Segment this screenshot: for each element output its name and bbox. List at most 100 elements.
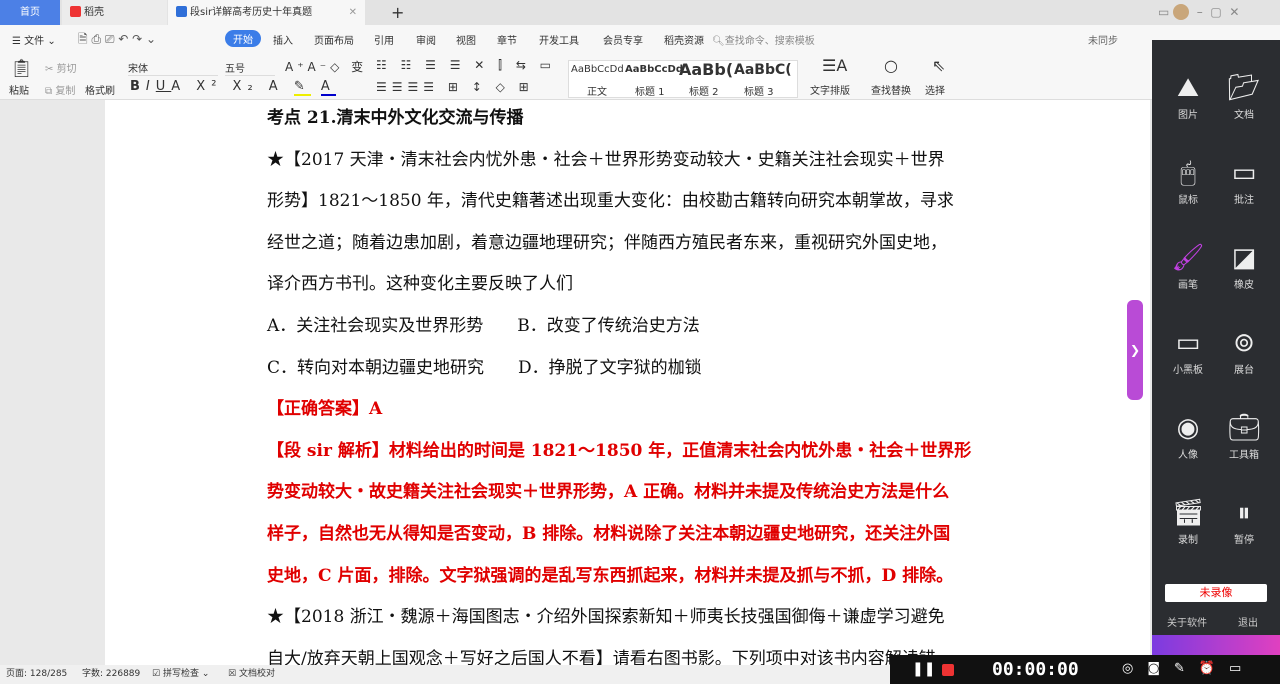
copy-button[interactable]: ⧉ 复制	[45, 82, 75, 97]
panel-item-label: 批注	[1234, 195, 1254, 206]
menu-bar: ☰ 文件 ⌄ 🗎 ⎙ ⎚ ↶ ↷ ⌄ 开始 插入 页面布局 引用 审阅 视图 章…	[0, 25, 1280, 52]
cut-button[interactable]: ✂ 剪切	[45, 60, 77, 75]
style-h2-preview[interactable]: AaBb(	[679, 60, 733, 79]
command-search[interactable]: 🔍︎查找命令、搜索模板	[712, 32, 815, 47]
panel-brush-button[interactable]: 🖌︎ 画笔	[1158, 240, 1218, 291]
recorder-tools[interactable]: ◎◙✎⏰▭	[1122, 661, 1255, 676]
style-h2[interactable]: 标题 2	[689, 83, 719, 98]
tab-home[interactable]: 首页	[0, 0, 60, 25]
text-layout-icon: ☰A	[822, 56, 848, 75]
style-h1[interactable]: 标题 1	[635, 83, 665, 98]
menu-view[interactable]: 视图	[456, 32, 476, 47]
eraser-icon: ◪	[1231, 243, 1257, 273]
panel-item-label: 展台	[1234, 365, 1254, 376]
page-count[interactable]: 页面: 128/285	[6, 665, 67, 684]
panel-booth-button[interactable]: ⊚ 展台	[1214, 325, 1274, 376]
document-line: ★【2018 浙江・魏源＋海国图志・介绍外国探索新知＋师夷长技强国御侮＋谦虚学习…	[267, 607, 945, 628]
panel-portrait-button[interactable]: ◉ 人像	[1158, 410, 1218, 461]
select-button[interactable]: 选择	[925, 82, 945, 97]
panel-image-button[interactable]: ⛰ 图片	[1158, 70, 1218, 121]
panel-document-button[interactable]: 📂︎ 文档	[1214, 70, 1274, 121]
font-format-buttons[interactable]: BIUA X² X₂ A ✎ A	[130, 79, 336, 96]
text-layout-button[interactable]: 文字排版	[810, 82, 850, 97]
sync-status[interactable]: 未同步	[1088, 32, 1118, 47]
panel-item-label: 小黑板	[1173, 365, 1203, 376]
new-tab-button[interactable]: +	[383, 0, 404, 25]
menu-chapter[interactable]: 章节	[497, 32, 517, 47]
align-buttons[interactable]: ☰☰☰☰ ⊞ ↕ ◇ ⊞	[376, 80, 534, 94]
menu-dev-tools[interactable]: 开发工具	[539, 32, 579, 47]
exit-button[interactable]: 退出	[1238, 614, 1258, 629]
panel-eraser-button[interactable]: ◪ 橡皮	[1214, 240, 1274, 291]
cut-label: 剪切	[56, 64, 77, 75]
spell-check[interactable]: ☑ 拼写检查 ⌄	[152, 665, 209, 684]
paste-icon[interactable]: 📋︎	[10, 58, 33, 79]
quick-access-icons[interactable]: 🗎 ⎙ ⎚ ↶ ↷ ⌄	[78, 30, 156, 51]
format-painter-button[interactable]: 格式刷	[85, 82, 115, 97]
file-menu[interactable]: ☰ 文件 ⌄	[12, 32, 56, 47]
about-button[interactable]: 关于软件	[1167, 614, 1207, 629]
record-icon: 🎬︎	[1171, 498, 1205, 528]
find-replace-button[interactable]: 查找替换	[871, 82, 911, 97]
find-icon: ○	[884, 56, 898, 75]
close-icon[interactable]: ✕	[349, 0, 357, 25]
panel-item-label: 鼠标	[1178, 195, 1198, 206]
menu-start[interactable]: 开始	[225, 30, 261, 47]
panel-item-label: 图片	[1178, 110, 1198, 121]
panel-blackboard-button[interactable]: ▭ 小黑板	[1158, 325, 1218, 376]
brush-icon: 🖌︎	[1171, 243, 1205, 273]
mouse-icon: 🖱︎	[1180, 158, 1196, 188]
panel-item-label: 录制	[1178, 535, 1198, 546]
menu-member[interactable]: 会员专享	[603, 32, 643, 47]
panel-item-label: 橡皮	[1234, 280, 1254, 291]
panel-annotate-button[interactable]: ▭ 批注	[1214, 155, 1274, 206]
avatar[interactable]	[1173, 4, 1190, 20]
booth-icon: ⊚	[1233, 328, 1255, 358]
menu-review[interactable]: 审阅	[416, 32, 436, 47]
document-line: C．转向对本朝边疆史地研究 D．挣脱了文字狱的枷锁	[267, 357, 702, 378]
status-bar: 页面: 128/285 字数: 226889 ☑ 拼写检查 ⌄ ☒ 文档校对	[0, 665, 890, 684]
font-select[interactable]: 宋体	[128, 60, 218, 76]
pause-button[interactable]: ❚❚	[912, 661, 935, 677]
style-h1-preview[interactable]: AaBbCcDd	[625, 64, 683, 75]
tab-daoke[interactable]: 稻壳	[62, 0, 167, 25]
panel-item-label: 画笔	[1178, 280, 1198, 291]
style-h3[interactable]: 标题 3	[744, 83, 774, 98]
paste-button[interactable]: 粘贴	[9, 82, 29, 97]
style-normal[interactable]: 正文	[587, 83, 607, 98]
window-controls[interactable]: ▭ – ▢ ✕	[1150, 0, 1280, 25]
menu-reference[interactable]: 引用	[374, 32, 394, 47]
copy-label: 复制	[55, 86, 76, 97]
stop-button[interactable]	[942, 664, 954, 676]
document-line: 样子，自然也无从得知是否变动，B 排除。材料说除了关注本朝边疆史地研究，还关注外…	[267, 524, 951, 544]
portrait-icon: ◉	[1176, 413, 1200, 443]
document-line: 【正确答案】A	[267, 399, 383, 420]
menu-daoke-resources[interactable]: 稻壳资源	[664, 32, 704, 47]
tab-bar: 首页 稻壳 段sir详解高考历史十年真题 ✕ + ▭ – ▢ ✕	[0, 0, 1280, 25]
menu-layout[interactable]: 页面布局	[314, 32, 354, 47]
document-line: 势变动较大・故史籍关注社会现实＋世界形势，A 正确。材料并未提及传统治史方法是什…	[267, 482, 950, 503]
word-count[interactable]: 字数: 226889	[82, 665, 140, 684]
panel-toggle-handle[interactable]: ❯	[1127, 300, 1143, 400]
document-line: 史地，C 片面，排除。文字狱强调的是乱写东西抓起来，材料并未提及抓与不抓，D 排…	[267, 565, 954, 586]
font-size-buttons[interactable]: A⁺A⁻◇ 变	[285, 58, 367, 75]
doc-proofread[interactable]: ☒ 文档校对	[228, 665, 275, 684]
font-size-select[interactable]: 五号	[225, 60, 275, 76]
document-line: 形势】1821～1850 年，清代史籍著述出现重大变化：由校勘古籍转向研究本朝掌…	[267, 191, 954, 212]
panel-pause-button[interactable]: ⏸ 暂停	[1214, 495, 1274, 546]
style-gallery[interactable]: AaBbCcDd 正文 AaBbCcDd 标题 1 AaBb( 标题 2 AaB…	[568, 60, 798, 98]
document-line: A．关注社会现实及世界形势 B．改变了传统治史方法	[267, 316, 700, 336]
section-title: 考点 21.清末中外文化交流与传播	[267, 108, 524, 128]
panel-record-button[interactable]: 🎬︎ 录制	[1158, 495, 1218, 546]
writer-icon	[176, 6, 187, 17]
panel-mouse-button[interactable]: 🖱︎ 鼠标	[1158, 155, 1218, 206]
menu-insert[interactable]: 插入	[273, 32, 293, 47]
panel-toolbox-button[interactable]: 💼︎ 工具箱	[1214, 410, 1274, 461]
style-normal-preview[interactable]: AaBbCcDd	[571, 64, 624, 75]
tab-document[interactable]: 段sir详解高考历史十年真题 ✕	[168, 0, 365, 25]
annotate-icon: ▭	[1231, 158, 1257, 188]
paragraph-buttons[interactable]: ☷ ☷ ☰ ☰ ✕ ⫿ ⇆ ▭	[376, 58, 556, 73]
ribbon-toolbar: 📋︎ 粘贴 ✂ 剪切 ⧉ 复制 格式刷 宋体 五号 BIUA X² X₂ A ✎…	[0, 52, 1280, 100]
style-h3-preview[interactable]: AaBbC(	[734, 62, 792, 78]
document-line: 经世之道；随着边患加剧，着意边疆地理研究；伴随西方殖民者东来，重视研究外国史地，	[267, 232, 947, 253]
